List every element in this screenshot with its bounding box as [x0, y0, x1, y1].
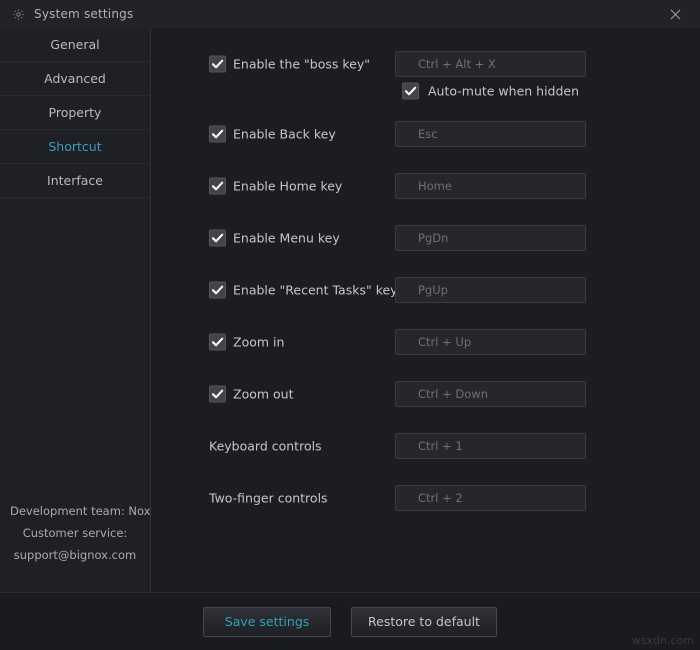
setting-row-home-key: Enable Home key Home — [151, 160, 700, 212]
save-settings-button[interactable]: Save settings — [203, 606, 332, 637]
checkbox-recent-tasks-key[interactable] — [209, 281, 226, 299]
title-bar: System settings — [0, 0, 700, 28]
close-button[interactable] — [658, 0, 692, 28]
checkbox-boss-key[interactable] — [209, 55, 226, 73]
setting-label-home-key: Enable Home key — [233, 178, 343, 194]
checkbox-menu-key[interactable] — [209, 229, 226, 247]
setting-row-menu-key: Enable Menu key PgDn — [151, 212, 700, 264]
gear-icon — [13, 8, 24, 20]
shortcut-input-recent-tasks-key[interactable]: PgUp — [395, 277, 586, 303]
credits-line-service: Customer service: — [22, 526, 128, 540]
credits-line-dev: Development team: Nox — [10, 504, 151, 518]
setting-label-auto-mute: Auto-mute when hidden — [428, 83, 580, 99]
shortcut-input-zoom-in[interactable]: Ctrl + Up — [395, 329, 586, 355]
checkbox-zoom-in[interactable] — [209, 333, 226, 351]
setting-row-zoom-out: Zoom out Ctrl + Down — [151, 368, 700, 420]
setting-label-keyboard-controls: Keyboard controls — [209, 438, 322, 454]
shortcut-input-zoom-out[interactable]: Ctrl + Down — [395, 381, 586, 407]
checkbox-home-key[interactable] — [209, 177, 226, 195]
setting-label-back-key: Enable Back key — [233, 126, 336, 142]
checkbox-back-key[interactable] — [209, 125, 226, 143]
setting-row-auto-mute: Auto-mute when hidden — [151, 74, 700, 108]
setting-row-zoom-in: Zoom in Ctrl + Up — [151, 316, 700, 368]
sidebar: General Advanced Property Shortcut Inter… — [0, 28, 151, 592]
sidebar-item-shortcut[interactable]: Shortcut — [0, 130, 150, 164]
footer-bar: Save settings Restore to default wsxdn.c… — [0, 592, 700, 650]
window-body: General Advanced Property Shortcut Inter… — [0, 28, 700, 592]
setting-label-menu-key: Enable Menu key — [233, 230, 340, 246]
sidebar-item-general[interactable]: General — [0, 28, 150, 62]
setting-label-boss-key: Enable the "boss key" — [233, 56, 370, 72]
close-icon — [670, 9, 680, 19]
sidebar-credits: Development team: Nox Customer service: … — [0, 500, 151, 592]
sidebar-item-advanced[interactable]: Advanced — [0, 62, 150, 96]
window-title: System settings — [34, 7, 134, 21]
setting-label-zoom-out: Zoom out — [233, 386, 294, 402]
credits-line-email: support@bignox.com — [13, 548, 137, 562]
setting-row-two-finger-controls: Two-finger controls Ctrl + 2 — [151, 472, 700, 524]
shortcut-input-keyboard-controls[interactable]: Ctrl + 1 — [395, 433, 586, 459]
setting-label-recent-tasks-key: Enable "Recent Tasks" key — [233, 282, 398, 298]
settings-panel: Enable the "boss key" Ctrl + Alt + X Aut… — [151, 28, 700, 592]
shortcut-input-two-finger-controls[interactable]: Ctrl + 2 — [395, 485, 586, 511]
setting-row-keyboard-controls: Keyboard controls Ctrl + 1 — [151, 420, 700, 472]
setting-row-back-key: Enable Back key Esc — [151, 108, 700, 160]
checkbox-zoom-out[interactable] — [209, 385, 226, 403]
checkbox-auto-mute[interactable] — [402, 82, 419, 100]
setting-label-two-finger-controls: Two-finger controls — [209, 490, 328, 506]
sidebar-item-interface[interactable]: Interface — [0, 164, 150, 198]
setting-label-zoom-in: Zoom in — [233, 334, 285, 350]
setting-row-recent-tasks-key: Enable "Recent Tasks" key PgUp — [151, 264, 700, 316]
shortcut-input-menu-key[interactable]: PgDn — [395, 225, 586, 251]
sidebar-item-property[interactable]: Property — [0, 96, 150, 130]
watermark: wsxdn.com — [631, 635, 694, 647]
restore-to-default-button[interactable]: Restore to default — [351, 606, 497, 637]
shortcut-input-home-key[interactable]: Home — [395, 173, 586, 199]
shortcut-input-back-key[interactable]: Esc — [395, 121, 586, 147]
